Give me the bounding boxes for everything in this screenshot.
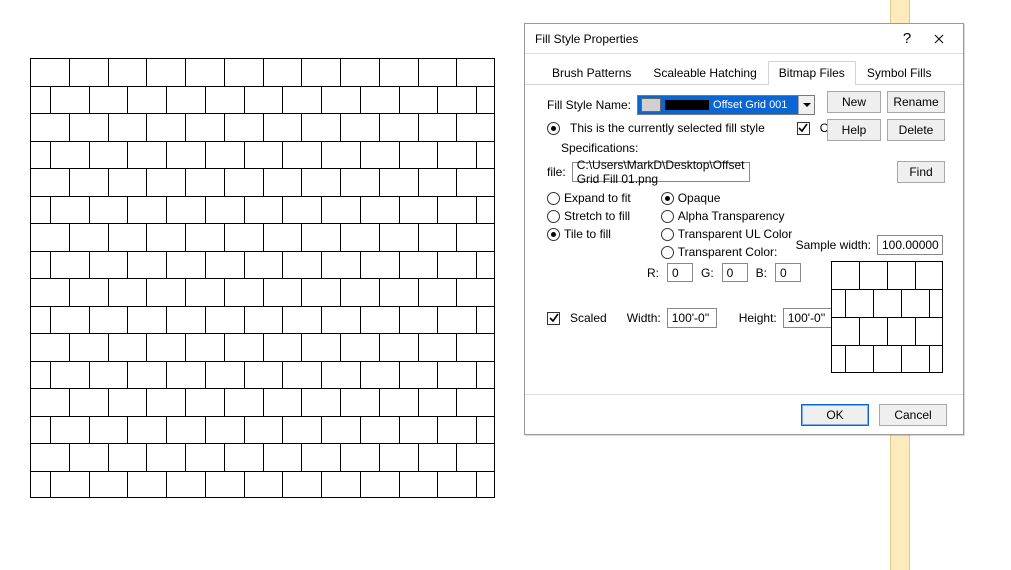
transparent-ul-radio[interactable] [661,228,674,241]
tabstrip: Brush Patterns Scaleable Hatching Bitmap… [525,54,963,85]
tile-to-fill-radio[interactable] [547,228,560,241]
scaled-checkbox[interactable] [547,312,560,325]
tab-scaleable-hatching[interactable]: Scaleable Hatching [642,61,767,85]
g-label: G: [701,266,714,280]
height-input[interactable]: 100'-0'' [783,308,833,328]
delete-button[interactable]: Delete [887,119,945,141]
file-label: file: [547,165,566,179]
alpha-transparency-label: Alpha Transparency [678,209,785,223]
scaled-label: Scaled [570,311,607,325]
stretch-to-fill-label: Stretch to fill [564,209,630,223]
transparent-color-radio[interactable] [661,246,674,259]
specifications-label: Specifications: [561,141,945,155]
fill-swatch-icon [665,100,709,110]
titlebar: Fill Style Properties ? [525,24,963,54]
new-button[interactable]: New [827,91,881,113]
r-label: R: [647,266,659,280]
fill-style-properties-dialog: Fill Style Properties ? Brush Patterns S… [524,23,964,435]
b-input[interactable]: 0 [775,263,801,282]
fill-style-name-label: Fill Style Name: [547,98,631,112]
stretch-to-fill-radio[interactable] [547,210,560,223]
chevron-down-icon[interactable] [798,96,814,114]
action-button-column: New Rename Help Delete [827,91,945,141]
sample-width-input[interactable]: 100.00000 [877,235,943,255]
canvas-fill-preview: // pattern injected right here so it's p… [30,58,495,498]
transparent-ul-label: Transparent UL Color [678,227,793,241]
dialog-footer: OK Cancel [525,394,963,434]
ok-button[interactable]: OK [801,404,869,426]
r-input[interactable]: 0 [667,263,693,282]
outlined-checkbox[interactable] [797,122,810,135]
fill-style-name-combo[interactable]: Offset Grid 001 [637,95,815,115]
tab-bitmap-files[interactable]: Bitmap Files [768,61,856,85]
g-input[interactable]: 0 [722,263,748,282]
rename-button[interactable]: Rename [887,91,945,113]
find-button[interactable]: Find [897,161,945,183]
transparency-options: Opaque Alpha Transparency Transparent UL… [661,191,793,259]
tab-symbol-fills[interactable]: Symbol Fills [856,61,943,85]
transparent-color-label: Transparent Color: [678,245,778,259]
sample-width-label: Sample width: [796,238,871,252]
tab-brush-patterns[interactable]: Brush Patterns [541,61,642,85]
close-icon[interactable] [923,27,955,51]
height-label: Height: [739,311,777,325]
dialog-body: New Rename Help Delete Fill Style Name: … [525,85,963,394]
window-title: Fill Style Properties [535,32,891,46]
fit-options: Expand to fit Stretch to fill Tile to fi… [547,191,631,259]
tile-to-fill-label: Tile to fill [564,227,611,241]
width-label: Width: [627,311,661,325]
fill-thumbnail-icon [641,98,661,112]
sample-preview [831,261,943,373]
alpha-transparency-radio[interactable] [661,210,674,223]
currently-selected-radio[interactable] [547,122,560,135]
currently-selected-label: This is the currently selected fill styl… [570,121,765,135]
opaque-radio[interactable] [661,192,674,205]
expand-to-fit-label: Expand to fit [564,191,631,205]
cancel-button[interactable]: Cancel [879,404,947,426]
opaque-label: Opaque [678,191,721,205]
b-label: B: [756,266,767,280]
help-button[interactable]: Help [827,119,881,141]
expand-to-fit-radio[interactable] [547,192,560,205]
width-input[interactable]: 100'-0'' [667,308,717,328]
help-icon[interactable]: ? [891,27,923,51]
file-path-input[interactable]: C:\Users\MarkD\Desktop\Offset Grid Fill … [572,162,750,182]
fill-style-name-value: Offset Grid 001 [713,99,787,111]
